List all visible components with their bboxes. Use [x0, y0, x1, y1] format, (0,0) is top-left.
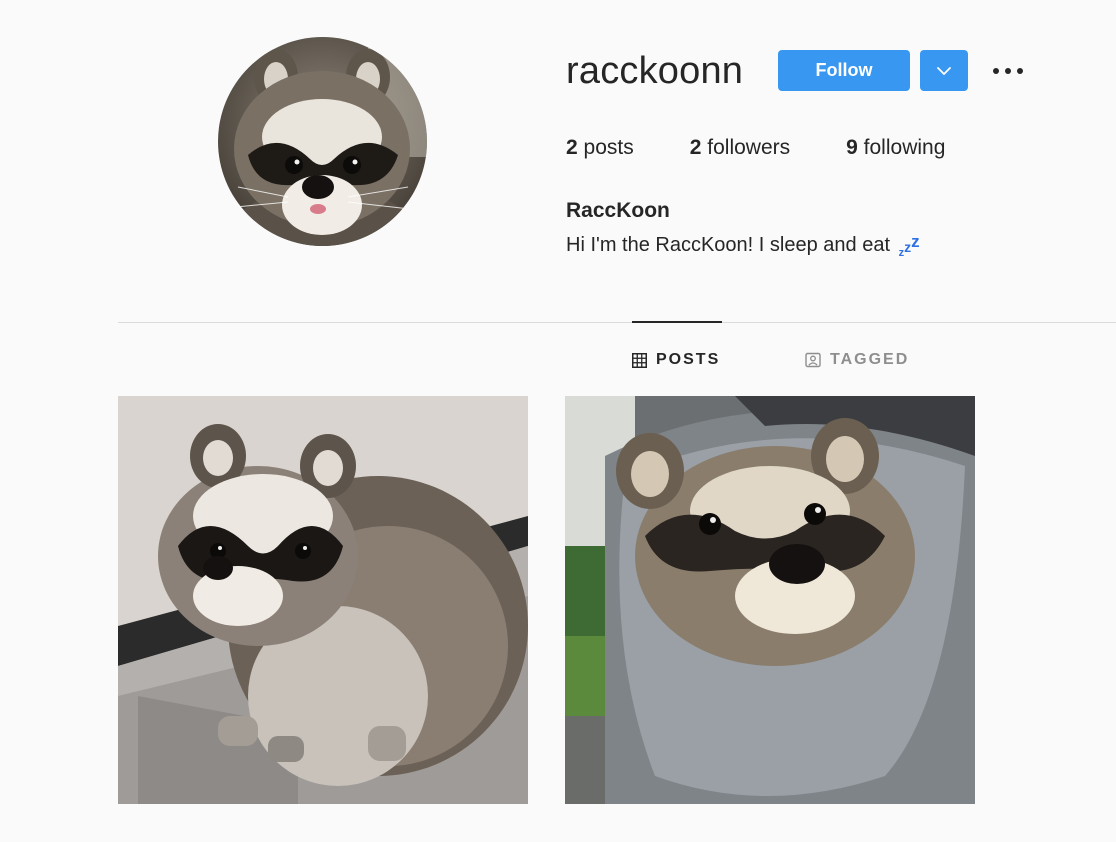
- posts-count-number: 2: [566, 136, 578, 159]
- posts-count: 2 posts: [566, 134, 634, 162]
- followers-count-number: 2: [689, 136, 702, 159]
- following-link[interactable]: 9 following: [846, 134, 945, 162]
- follow-button[interactable]: Follow: [778, 50, 910, 91]
- grid-icon: [632, 352, 647, 368]
- raccoon-in-hood-photo-icon: [565, 396, 975, 804]
- profile-full-name: RaccKoon: [566, 199, 670, 222]
- profile-avatar[interactable]: [218, 37, 427, 246]
- profile-username: racckoonn: [566, 50, 744, 92]
- post-thumbnail[interactable]: [118, 396, 528, 804]
- suggestions-dropdown-button[interactable]: [920, 50, 968, 91]
- following-count-number: 9: [846, 136, 858, 159]
- tab-tagged[interactable]: TAGGED: [805, 348, 909, 372]
- tab-posts-label: POSTS: [656, 351, 721, 368]
- posts-count-label: posts: [583, 136, 634, 159]
- followers-count-label: followers: [707, 136, 791, 159]
- chevron-down-icon: [937, 66, 951, 75]
- profile-bio: Hi I'm the RaccKoon! I sleep and eat zzz: [566, 231, 920, 262]
- more-dots-icon: [993, 68, 1023, 74]
- raccoon-photo-icon: [118, 396, 528, 804]
- tab-tagged-label: TAGGED: [830, 351, 910, 368]
- raccoon-avatar-icon: [218, 37, 427, 246]
- post-thumbnail[interactable]: [565, 396, 975, 804]
- profile-page: racckoonn Follow 2 posts 2 followers 9 f…: [0, 0, 1116, 842]
- tabs-divider: [118, 322, 1116, 323]
- tagged-icon: [805, 352, 821, 368]
- more-options-button[interactable]: [988, 56, 1028, 86]
- active-tab-indicator: [632, 321, 722, 323]
- profile-stats: 2 posts 2 followers 9 following: [566, 134, 945, 162]
- tab-posts[interactable]: POSTS: [632, 348, 720, 372]
- profile-bio-text: Hi I'm the RaccKoon! I sleep and eat: [566, 234, 890, 256]
- following-count-label: following: [863, 136, 946, 159]
- zzz-emoji-icon: zzz: [898, 232, 920, 259]
- followers-link[interactable]: 2 followers: [690, 134, 790, 162]
